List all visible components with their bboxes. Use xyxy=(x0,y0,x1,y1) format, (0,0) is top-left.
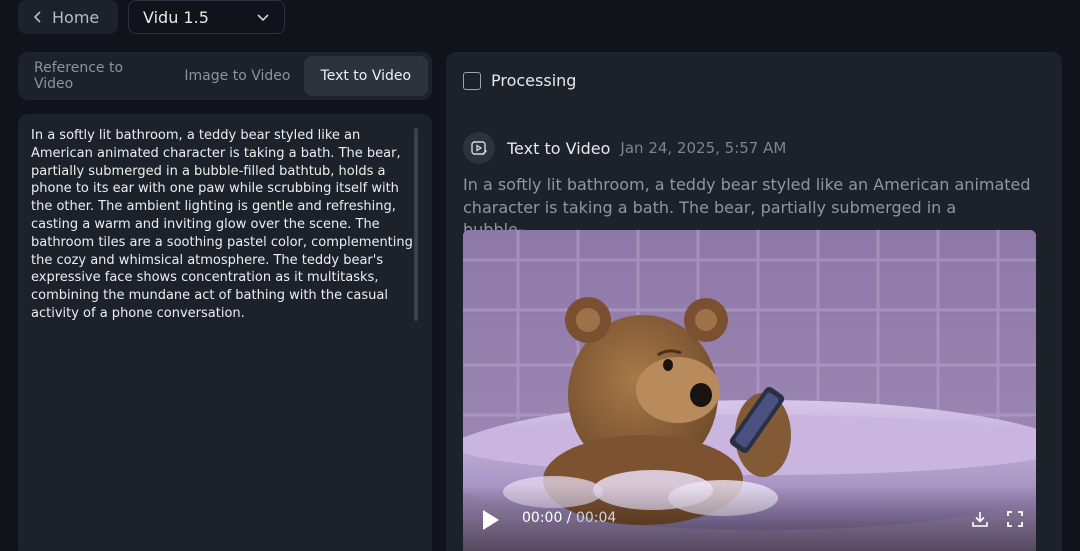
video-time: 00:00 / 00:04 xyxy=(522,510,616,526)
chevron-down-icon xyxy=(257,14,269,22)
result-timestamp: Jan 24, 2025, 5:57 AM xyxy=(620,139,787,157)
home-label: Home xyxy=(52,7,100,27)
description-line-1: In a softly lit bathroom, a teddy bear s… xyxy=(463,175,1031,194)
play-icon[interactable] xyxy=(481,509,501,531)
tab-reference-to-video[interactable]: Reference to Video xyxy=(22,56,171,96)
result-meta: Text to Video Jan 24, 2025, 5:57 AM xyxy=(463,132,786,164)
fullscreen-icon[interactable] xyxy=(1006,510,1024,528)
processing-label: Processing xyxy=(491,71,577,90)
mode-tabs: Reference to Video Image to Video Text t… xyxy=(18,52,432,100)
download-icon[interactable] xyxy=(971,510,989,528)
video-duration: 00:04 xyxy=(575,510,617,526)
prompt-scrollbar[interactable] xyxy=(414,128,418,321)
model-select[interactable]: Vidu 1.5 xyxy=(128,0,285,34)
prompt-panel[interactable]: In a softly lit bathroom, a teddy bear s… xyxy=(18,114,432,551)
tab-image-to-video[interactable]: Image to Video xyxy=(171,56,303,96)
tab-text-to-video[interactable]: Text to Video xyxy=(303,56,428,96)
video-current-time: 00:00 xyxy=(522,510,563,526)
home-button[interactable]: Home xyxy=(18,0,118,34)
processing-row: Processing xyxy=(463,71,576,90)
model-value: Vidu 1.5 xyxy=(143,7,209,27)
video-player[interactable]: 00:00 / 00:04 xyxy=(463,230,1036,551)
video-time-separator: / xyxy=(562,510,576,526)
result-type-label: Text to Video xyxy=(507,138,611,158)
chevron-left-icon xyxy=(33,11,41,23)
processing-checkbox[interactable] xyxy=(463,71,481,90)
prompt-input[interactable]: In a softly lit bathroom, a teddy bear s… xyxy=(31,127,413,323)
video-edit-icon xyxy=(463,132,495,164)
